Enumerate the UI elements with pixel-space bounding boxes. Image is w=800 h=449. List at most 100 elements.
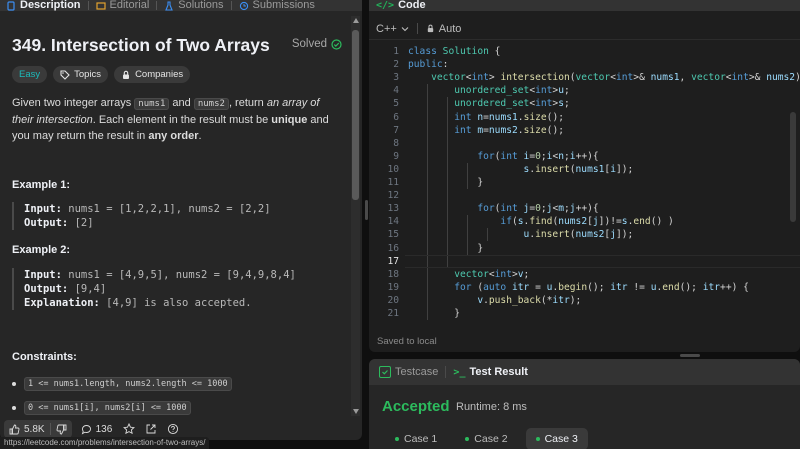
comment-icon [81,424,91,434]
code-toolbar: C++ Auto [369,18,800,40]
code-line[interactable]: 21 } [369,307,800,320]
example-2-title: Example 2: [12,244,71,256]
code-line[interactable]: 19 for (auto itr = u.begin(); itr != u.e… [369,281,800,294]
case-label: Case 3 [544,433,578,445]
scroll-thumb[interactable] [352,30,359,200]
tab-label: Description [20,0,81,11]
code-panel-header: </> Code [369,0,800,11]
difficulty-badge: Easy [12,66,48,83]
scroll-down-arrow[interactable] [353,409,359,414]
code-line[interactable]: 9 for(int i=0;i<n;i++){ [369,150,800,163]
case-tab-2[interactable]: Case 2 [455,428,517,449]
pass-dot [465,437,470,441]
desc-text: . Each element in the result must be [92,114,272,126]
tab-description[interactable]: Description [0,0,87,11]
tag-icon [60,69,70,80]
line-number: 14 [387,216,399,228]
code-text: for(int j=0;j<m;j++){ [477,203,599,215]
share-button[interactable] [143,421,159,437]
code-panel-title: Code [398,0,426,11]
code-line[interactable]: 10 s.insert(nums1[i]); [369,163,800,176]
problem-scrollbar[interactable] [351,16,360,416]
code-line[interactable]: 2 public: [369,58,800,71]
input-label: Input: [24,203,62,215]
line-number: 20 [387,294,399,306]
editor-scrollbar[interactable] [789,42,797,322]
line-number: 9 [393,150,399,162]
tab-label: Editorial [109,0,150,11]
tab-submissions[interactable]: Submissions [233,0,321,11]
code-line[interactable]: 18 vector<int>v; [369,268,800,281]
tab-label: Submissions [252,0,315,11]
example-2-block: Input: nums1 = [4,9,5], nums2 = [9,4,9,8… [12,268,340,310]
code-line[interactable]: 1 class Solution { [369,45,800,58]
language-value: C++ [376,22,397,35]
code-line[interactable]: 15 u.insert(nums2[j]); [369,228,800,241]
like-button[interactable]: 5.8K [4,420,50,438]
code-text: unordered_set<int>s; [454,98,570,110]
runtime: Runtime: 8 ms [456,401,527,413]
code-line[interactable]: 3 vector<int> intersection(vector<int>& … [369,71,800,84]
tab-test-result[interactable]: >_ Test Result [449,366,532,378]
code-text: vector<int> intersection(vector<int>& nu… [431,72,800,84]
language-select[interactable]: C++ [376,23,409,35]
example-output: Output: [9,4] [24,282,340,296]
tab-testcase[interactable]: Testcase [375,366,442,378]
solved-status: Solved [292,38,342,50]
companies-label: Companies [135,69,184,80]
input-value: nums1 = [1,2,2,1], nums2 = [2,2] [61,203,271,215]
comments-button[interactable]: 136 [78,424,116,435]
code-line[interactable]: 20 v.push_back(*itr); [369,294,800,307]
case-tab-3[interactable]: Case 3 [525,428,588,449]
result-tabs: Testcase >_ Test Result [369,359,800,385]
scroll-up-arrow[interactable] [353,18,359,23]
favorite-button[interactable] [121,421,137,437]
thumbs-up-icon [9,424,20,434]
line-number: 17 [387,255,399,267]
case-tab-1[interactable]: Case 1 [385,428,447,449]
help-button[interactable] [165,421,181,437]
terminal-icon: >_ [453,366,466,378]
line-number: 6 [393,111,399,123]
tab-editorial[interactable]: Editorial [90,0,156,11]
example-input: Input: nums1 = [4,9,5], nums2 = [9,4,9,8… [24,268,340,282]
mode-select[interactable]: Auto [426,23,461,35]
code-text: s.insert(nums1[i]); [523,163,634,175]
code-line[interactable]: 7 int m=nums2.size(); [369,124,800,137]
panel-resize-handle[interactable] [365,200,368,220]
companies-button[interactable]: Companies [114,66,191,83]
desc-text: , return [228,97,267,109]
line-number: 21 [387,308,399,319]
panel-resize-handle-horizontal[interactable] [680,354,700,357]
question-icon [168,423,179,435]
topics-button[interactable]: Topics [53,66,109,83]
code-line[interactable]: 14 if(s.find(nums2[j])!=s.end() ) [369,215,800,228]
code-line[interactable]: 5 unordered_set<int>s; [369,97,800,110]
code-line[interactable]: 22 return v; [369,320,800,322]
code-line[interactable]: 4 unordered_set<int>u; [369,84,800,97]
code-text: for (auto itr = u.begin(); itr != u.end(… [454,281,749,293]
constraint-item: 0 <= nums1[i], nums2[i] <= 1000 [12,401,191,415]
lock-icon [427,24,433,33]
code-line[interactable]: 6 int n=nums1.size(); [369,111,800,124]
line-number: 13 [387,203,399,215]
code-line[interactable]: 17 [369,255,800,268]
code-line[interactable]: 13 for(int j=0;j<m;j++){ [369,202,800,215]
star-icon [123,423,136,435]
problem-panel: Description Editorial Solutions Submissi… [0,0,362,440]
tab-solutions[interactable]: Solutions [158,0,229,11]
toolbar-divider [416,23,418,34]
bullet [12,406,16,410]
line-number: 22 [369,320,399,322]
tab-label: Solutions [178,0,224,11]
code-editor[interactable]: 1 class Solution {2 public: 3 vector<int> i… [369,42,800,322]
code-line[interactable]: 16 } [369,242,800,255]
code-text: for(int i=0;i<n;i++){ [477,150,599,162]
editor-scroll-thumb[interactable] [790,112,796,222]
code-line[interactable]: 12 [369,189,800,202]
code-line[interactable]: 11 } [369,176,800,189]
code-text: int m=nums2.size(); [454,124,565,136]
code-line[interactable]: 8 [369,137,800,150]
line-number: 15 [387,229,399,241]
dislike-button[interactable] [51,420,72,438]
